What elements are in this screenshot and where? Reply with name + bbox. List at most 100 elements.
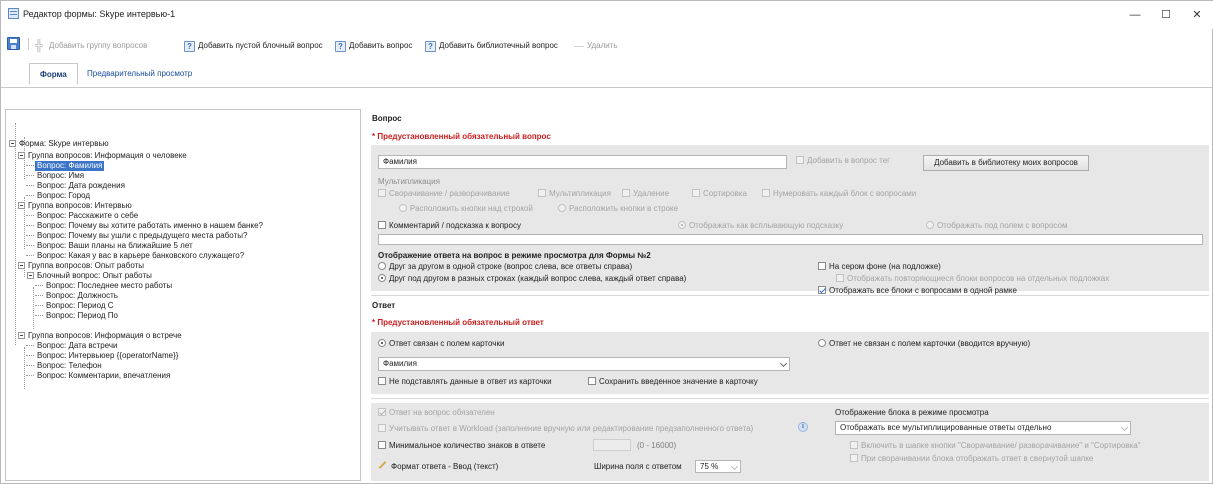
buttons-below-radio[interactable]: Расположить кнопки над строкой xyxy=(399,203,533,214)
option-label: Ответ связан с полем карточки xyxy=(389,339,505,348)
tree-item[interactable]: Вопрос: Имя xyxy=(37,171,84,181)
mandatory-checkbox[interactable]: Ответ на вопрос обязателен xyxy=(378,407,495,418)
tree-item[interactable]: Вопрос: Период По xyxy=(46,311,118,321)
delete-button[interactable]: Удалить xyxy=(574,39,618,53)
add-to-library-button[interactable]: Добавить в библиотеку моих вопросов xyxy=(923,155,1089,171)
buttons-inline-radio[interactable]: Расположить кнопки в строке xyxy=(558,203,678,214)
no-substitute-checkbox[interactable]: Не подставлять данные в ответ из карточк… xyxy=(378,376,552,387)
maximize-button[interactable]: ☐ xyxy=(1156,7,1176,23)
block-display-select[interactable]: Отображать все мультиплицированные ответ… xyxy=(835,421,1131,435)
tree-item[interactable]: Вопрос: Расскажите о себе xyxy=(37,211,138,221)
tree-item[interactable]: Вопрос: Почему вы хотите работать именно… xyxy=(37,221,263,231)
block-display-header: Отображение блока в режиме просмотра xyxy=(835,408,989,417)
repeat-blocks-checkbox[interactable]: Отображать повторяющиеся блоки вопросов … xyxy=(836,273,1109,284)
question-header: Вопрос xyxy=(372,114,402,123)
number-blocks-checkbox[interactable]: Нумеровать каждый блок с вопросами xyxy=(762,188,916,199)
tree-group[interactable]: Группа вопросов: Информация о человеке xyxy=(18,151,187,161)
info-icon[interactable]: i xyxy=(798,422,808,432)
multiplication-label: Мультипликация xyxy=(378,177,440,186)
linked-to-card-radio[interactable]: Ответ связан с полем карточки xyxy=(378,338,504,349)
add-tag-label: Добавить в вопрос тег xyxy=(807,156,891,165)
add-question-label: Добавить вопрос xyxy=(349,41,413,50)
minimize-button[interactable]: — xyxy=(1125,7,1145,23)
save-to-card-checkbox[interactable]: Сохранить введенное значение в карточку xyxy=(588,376,758,387)
collapse-icon[interactable] xyxy=(18,152,25,159)
form-editor-icon xyxy=(8,8,19,19)
radio-icon xyxy=(558,204,566,212)
add-tag-checkbox[interactable]: Добавить в вопрос тег xyxy=(796,155,890,166)
tree-item[interactable]: Вопрос: Дата встречи xyxy=(37,341,118,351)
collapse-icon[interactable] xyxy=(27,272,34,279)
option-label: Не подставлять данные в ответ из карточк… xyxy=(389,377,552,386)
tree-item[interactable]: Вопрос: Ваши планы на ближайшие 5 лет xyxy=(37,241,193,251)
display-inline-radio[interactable]: Друг за другом в одной строке (вопрос сл… xyxy=(378,261,632,272)
tree-item[interactable]: Вопрос: Город xyxy=(37,191,90,201)
tree-item[interactable]: Вопрос: Последнее место работы xyxy=(46,281,172,291)
question-text-input[interactable]: Фамилия xyxy=(378,155,787,169)
close-button[interactable]: ✕ xyxy=(1187,7,1207,23)
checkbox-icon xyxy=(378,408,386,416)
collapse-icon[interactable] xyxy=(18,202,25,209)
under-field-radio[interactable]: Отображать под полем с вопросом xyxy=(926,220,1067,231)
min-chars-input[interactable] xyxy=(593,439,631,451)
tree-item[interactable]: Вопрос: Телефон xyxy=(37,361,102,371)
tree-group[interactable]: Группа вопросов: Интервью xyxy=(18,201,132,211)
add-group-button[interactable]: ╬ Добавить группу вопросов xyxy=(35,39,147,53)
tree-item[interactable]: Вопрос: Интервьюер {{operatorName}} xyxy=(37,351,178,361)
section-divider xyxy=(371,398,1209,399)
add-question-button[interactable]: Добавить вопрос xyxy=(335,39,413,54)
option-label: Удаление xyxy=(633,189,670,198)
collapse-icon[interactable] xyxy=(18,332,25,339)
comment-hint-input[interactable] xyxy=(378,234,1203,245)
collapse-icon[interactable] xyxy=(18,262,25,269)
delete-checkbox[interactable]: Удаление xyxy=(622,188,669,199)
tree-root[interactable]: Форма: Skype интервью xyxy=(9,139,109,149)
comment-hint-label: Комментарий / подсказка к вопросу xyxy=(389,221,521,230)
option-label: Друг под другом в разных строках (каждый… xyxy=(389,274,687,283)
tree-node-label: Группа вопросов: Опыт работы xyxy=(28,261,145,270)
tree-item[interactable]: Вопрос: Период С xyxy=(46,301,114,311)
sort-checkbox[interactable]: Сортировка xyxy=(692,188,747,199)
add-question-icon xyxy=(335,40,346,54)
tab-preview[interactable]: Предварительный просмотр xyxy=(77,63,202,85)
tree-item[interactable]: Вопрос: Почему вы ушли с предыдущего мес… xyxy=(37,231,247,241)
checkbox-icon xyxy=(692,189,700,197)
answer-format-link[interactable]: Формат ответа - Ввод (текст) xyxy=(378,461,498,472)
add-library-button[interactable]: Добавить библиотечный вопрос xyxy=(425,39,558,54)
tree-item[interactable]: Вопрос: Какая у вас в карьере банковског… xyxy=(37,251,244,261)
tree-item[interactable]: Вопрос: Должность xyxy=(46,291,118,301)
checkbox-icon xyxy=(378,424,386,432)
delete-icon xyxy=(574,45,584,47)
tooltip-radio[interactable]: Отображать как всплывающую подсказку xyxy=(678,220,843,231)
option-label: Расположить кнопки над строкой xyxy=(410,204,533,213)
checkbox-icon xyxy=(622,189,630,197)
not-linked-radio[interactable]: Ответ не связан с полем карточки (вводит… xyxy=(818,338,1030,349)
min-chars-checkbox[interactable]: Минимальное количество знаков в ответе xyxy=(378,440,545,451)
tree-item-surname[interactable]: Вопрос: Фамилия xyxy=(35,161,105,171)
add-block-button[interactable]: Добавить пустой блочный вопрос xyxy=(184,39,323,54)
multiplication-checkbox[interactable]: Мультипликация xyxy=(538,188,611,199)
grey-background-checkbox[interactable]: На сером фоне (на подложке) xyxy=(818,261,941,272)
save-icon[interactable] xyxy=(7,37,20,50)
workload-checkbox[interactable]: Учитывать ответ в Workload (заполнение в… xyxy=(378,423,753,434)
tree-group[interactable]: Группа вопросов: Информация о встрече xyxy=(18,331,182,341)
comment-hint-checkbox[interactable]: Комментарий / подсказка к вопросу xyxy=(378,220,521,231)
include-buttons-checkbox[interactable]: Включить в шапке кнопки "Сворачивание/ р… xyxy=(850,440,1141,451)
collapse-icon[interactable] xyxy=(9,140,16,147)
display-rows-radio[interactable]: Друг под другом в разных строках (каждый… xyxy=(378,273,686,284)
option-label: Ответ не связан с полем карточки (вводит… xyxy=(829,339,1031,348)
pencil-icon xyxy=(378,461,387,469)
collapsed-answer-checkbox[interactable]: При сворачивании блока отображать ответ … xyxy=(850,453,1093,464)
collapse-checkbox[interactable]: Сворачивание / разворачивание xyxy=(378,188,510,199)
radio-icon xyxy=(378,339,386,347)
tree-item[interactable]: Вопрос: Комментарии, впечатления xyxy=(37,371,170,381)
tree-item[interactable]: Вопрос: Дата рождения xyxy=(37,181,125,191)
tab-form[interactable]: Форма xyxy=(29,63,78,85)
answer-format-label: Формат ответа - Ввод (текст) xyxy=(391,462,499,471)
field-width-value: 75 % xyxy=(700,462,719,471)
tree-block[interactable]: Блочный вопрос: Опыт работы xyxy=(27,271,152,281)
tree-group[interactable]: Группа вопросов: Опыт работы xyxy=(18,261,144,271)
card-field-select[interactable]: Фамилия xyxy=(378,357,790,371)
field-width-select[interactable]: 75 % xyxy=(695,460,741,473)
chevron-down-icon xyxy=(1120,423,1129,432)
